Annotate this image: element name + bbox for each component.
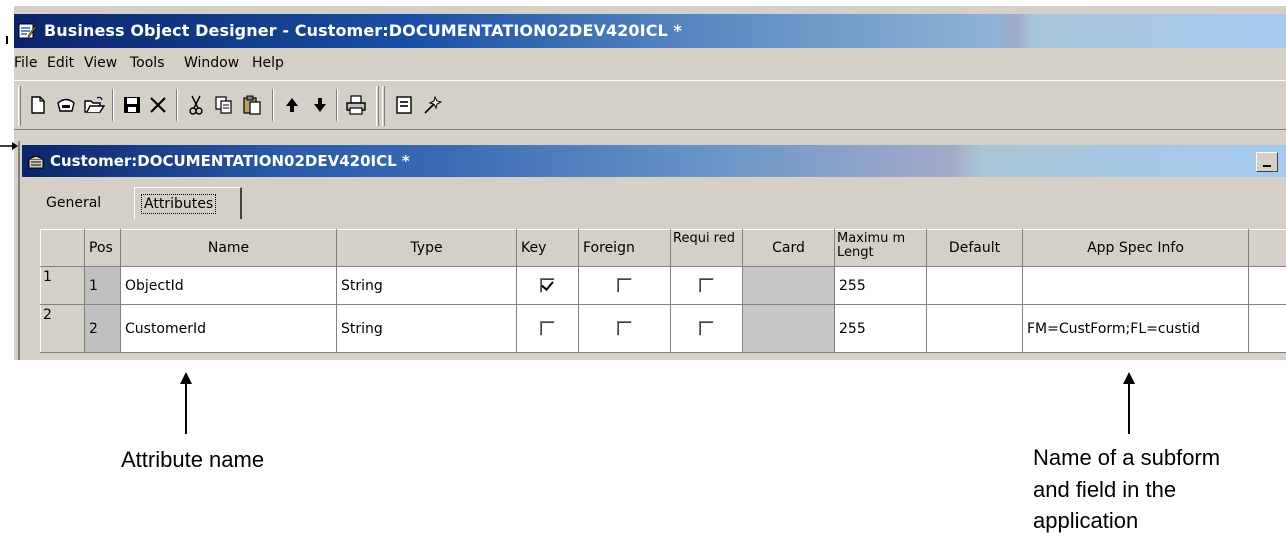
cell-foreign (578, 304, 671, 353)
cell-type[interactable]: String (336, 304, 517, 353)
cell-max-length[interactable]: 255 (834, 304, 927, 353)
row-number[interactable]: 2 (40, 304, 85, 353)
key-checkbox[interactable] (540, 321, 555, 336)
cell-name[interactable]: CustomerId (120, 304, 337, 353)
attributes-grid: Pos Name Type Key Foreign Requi red Card… (40, 229, 1286, 353)
copy-icon[interactable] (212, 93, 236, 117)
header-overflow (1248, 229, 1286, 267)
toolbar-separator (112, 89, 114, 121)
required-checkbox[interactable] (699, 321, 714, 336)
menu-window[interactable]: Window (184, 55, 239, 71)
header-required[interactable]: Requi red (670, 229, 743, 267)
save-icon[interactable] (120, 93, 144, 117)
minimize-button[interactable] (1256, 152, 1278, 172)
cell-max-length[interactable]: 255 (834, 266, 927, 305)
tab-attributes-label: Attributes (141, 194, 217, 214)
menu-tools[interactable]: Tools (130, 55, 165, 71)
print-icon[interactable] (344, 93, 368, 117)
cell-required (670, 304, 743, 353)
grid-header-row: Pos Name Type Key Foreign Requi red Card… (40, 229, 1286, 267)
title-bar[interactable]: Business Object Designer - Customer:DOCU… (14, 14, 1286, 48)
cell-overflow (1248, 304, 1286, 353)
open-server-icon[interactable] (54, 93, 78, 117)
callout-arrow-icon (1123, 372, 1135, 434)
caption-attribute-name: Attribute name (121, 447, 265, 472)
cell-pos: 1 (84, 266, 121, 305)
header-foreign[interactable]: Foreign (578, 229, 671, 267)
header-default[interactable]: Default (926, 229, 1023, 267)
tab-attributes[interactable]: Attributes (134, 187, 242, 219)
caption-subform-line-2: and field in the (1033, 477, 1177, 502)
delete-icon[interactable] (146, 93, 170, 117)
header-key[interactable]: Key (516, 229, 579, 267)
cell-card (742, 266, 835, 305)
paste-icon[interactable] (240, 93, 264, 117)
menu-help[interactable]: Help (252, 55, 284, 71)
toolbar (14, 80, 1286, 130)
cell-pos: 2 (84, 304, 121, 353)
menu-edit[interactable]: Edit (47, 55, 74, 71)
app-icon (18, 23, 36, 39)
cell-card (742, 304, 835, 353)
cell-required (670, 266, 743, 305)
move-down-icon[interactable] (308, 93, 332, 117)
window-title: Business Object Designer - Customer:DOCU… (44, 21, 682, 40)
open-folder-icon[interactable] (82, 93, 106, 117)
menu-bar: File Edit View Tools Window Help (14, 48, 1286, 80)
cell-app-spec-info[interactable]: FM=CustForm;FL=custid (1022, 304, 1249, 353)
child-window: Customer:DOCUMENTATION02DEV420ICL * Gene… (18, 141, 1286, 360)
tab-general-label: General (46, 195, 102, 211)
header-pos[interactable]: Pos (84, 229, 121, 267)
header-name[interactable]: Name (120, 229, 337, 267)
foreign-checkbox[interactable] (617, 321, 632, 336)
child-window-title: Customer:DOCUMENTATION02DEV420ICL * (50, 152, 410, 170)
table-row[interactable]: 1 1 ObjectId String 255 (40, 266, 1286, 305)
foreign-checkbox[interactable] (617, 278, 632, 293)
wizard-icon[interactable] (420, 93, 444, 117)
move-up-icon[interactable] (280, 93, 304, 117)
cell-foreign (578, 266, 671, 305)
cell-key (516, 266, 579, 305)
key-checkbox[interactable] (540, 278, 555, 293)
business-object-icon (28, 155, 44, 169)
header-card[interactable]: Card (742, 229, 835, 267)
table-row[interactable]: 2 2 CustomerId String 255 FM=CustForm;FL… (40, 304, 1286, 353)
toolbar-separator (272, 89, 274, 121)
caption-subform-line-3: application (1033, 508, 1139, 533)
edge-mark (6, 36, 8, 44)
cell-default[interactable] (926, 266, 1023, 305)
required-checkbox[interactable] (699, 278, 714, 293)
menu-view[interactable]: View (84, 55, 117, 71)
cut-icon[interactable] (184, 93, 208, 117)
cell-default[interactable] (926, 304, 1023, 353)
toolbar-grip[interactable] (18, 86, 21, 126)
mdi-arrow-icon (0, 142, 18, 150)
callout-arrow-icon (180, 372, 192, 434)
menu-file[interactable]: File (14, 55, 37, 71)
row-number[interactable]: 1 (40, 266, 85, 305)
toolbar-separator (176, 89, 178, 121)
tab-general[interactable]: General (40, 191, 132, 219)
header-app-spec-info[interactable]: App Spec Info (1022, 229, 1249, 267)
cell-name[interactable]: ObjectId (120, 266, 337, 305)
header-type[interactable]: Type (336, 229, 517, 267)
grid-corner (40, 229, 85, 267)
header-max-length[interactable]: Maximu m Lengt (834, 229, 927, 267)
toolbar-grip[interactable] (376, 86, 379, 126)
minimize-icon (1263, 165, 1271, 167)
cell-type[interactable]: String (336, 266, 517, 305)
cell-key (516, 304, 579, 353)
toolbar-separator (336, 89, 338, 121)
properties-icon[interactable] (392, 93, 416, 117)
child-title-bar[interactable]: Customer:DOCUMENTATION02DEV420ICL * (22, 145, 1286, 177)
cell-app-spec-info[interactable] (1022, 266, 1249, 305)
cell-overflow (1248, 266, 1286, 305)
toolbar-grip[interactable] (382, 86, 385, 126)
new-icon[interactable] (26, 93, 50, 117)
caption-subform-line-1: Name of a subform (1033, 445, 1221, 470)
